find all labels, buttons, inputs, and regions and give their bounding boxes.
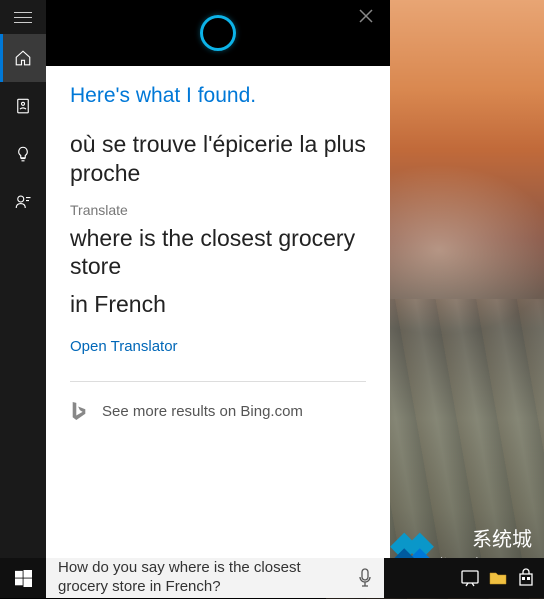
feedback-icon: [14, 193, 32, 211]
target-language: in French: [70, 291, 366, 318]
home-icon: [14, 49, 32, 67]
cortana-search-box[interactable]: How do you say where is the closest groc…: [46, 558, 384, 598]
lightbulb-icon: [14, 145, 32, 163]
start-button[interactable]: [0, 558, 46, 598]
system-tray: [384, 558, 544, 598]
close-icon: [359, 9, 373, 23]
sidebar-item-home[interactable]: [0, 34, 46, 82]
divider: [70, 381, 366, 382]
translated-result: où se trouve l'épicerie la plus proche: [70, 130, 366, 188]
sidebar-item-notebook[interactable]: [0, 82, 46, 130]
watermark-title: 系统城: [472, 523, 532, 552]
close-button[interactable]: [350, 0, 382, 32]
notebook-icon: [14, 97, 32, 115]
sidebar-item-tips[interactable]: [0, 130, 46, 178]
cortana-sidebar: [0, 0, 46, 558]
tray-folder-icon[interactable]: [488, 568, 508, 588]
source-phrase: where is the closest grocery store: [70, 224, 366, 282]
cortana-panel: Here's what I found. où se trouve l'épic…: [46, 0, 390, 558]
sidebar-item-feedback[interactable]: [0, 178, 46, 226]
cortana-header: [46, 0, 390, 66]
open-translator-link[interactable]: Open Translator: [70, 338, 366, 355]
cortana-logo-ring: [200, 15, 236, 51]
tray-action-center-icon[interactable]: [460, 568, 480, 588]
translate-label: Translate: [70, 202, 366, 218]
cortana-body: Here's what I found. où se trouve l'épic…: [46, 66, 390, 558]
taskbar: How do you say where is the closest groc…: [0, 558, 544, 598]
bing-icon: [70, 400, 88, 422]
hamburger-menu-button[interactable]: [0, 0, 46, 34]
search-query-text: How do you say where is the closest groc…: [58, 559, 372, 597]
windows-logo-icon: [15, 570, 32, 587]
bing-more-label: See more results on Bing.com: [102, 403, 303, 420]
tray-store-icon[interactable]: [516, 568, 536, 588]
bing-more-results-link[interactable]: See more results on Bing.com: [70, 400, 366, 422]
microphone-icon[interactable]: [358, 568, 372, 588]
results-heading: Here's what I found.: [70, 84, 366, 108]
